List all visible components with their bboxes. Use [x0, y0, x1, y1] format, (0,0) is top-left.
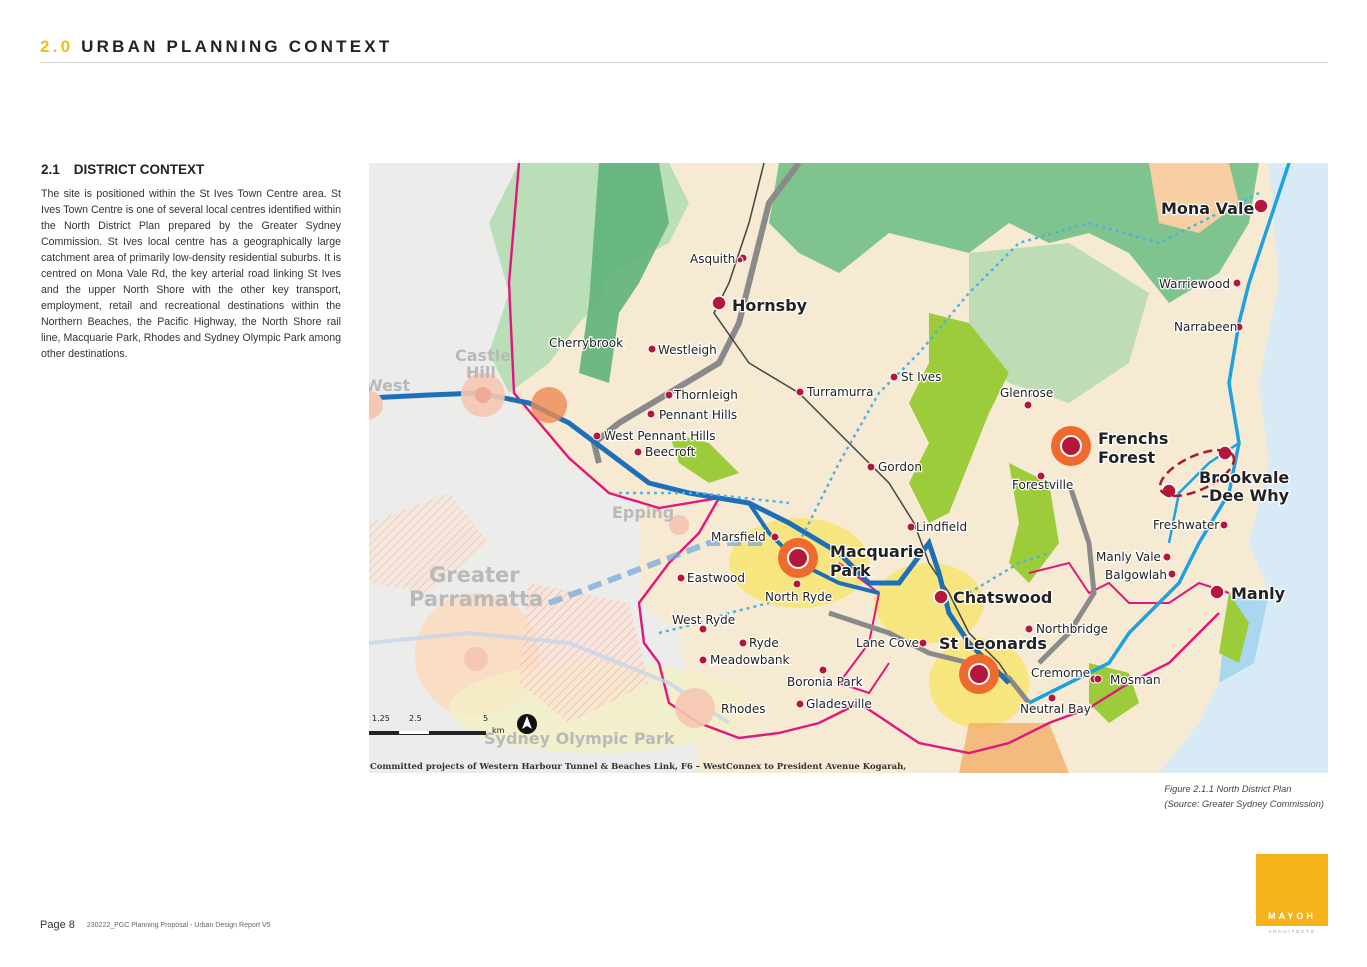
hill-label: Hill — [466, 363, 496, 382]
warriewood-label: Warriewood — [1159, 277, 1230, 291]
manly-label: Manly — [1231, 584, 1286, 603]
manly-vale-label: Manly Vale — [1096, 550, 1161, 564]
greater-label: Greater — [429, 563, 520, 587]
park-label: Park — [830, 561, 871, 580]
cremorne-label: Cremorne — [1031, 666, 1090, 680]
logo-subtext: ARCHITECTS — [1268, 929, 1316, 934]
page-number: Page 8 — [40, 919, 75, 931]
logo-text: MAYOH — [1268, 911, 1316, 921]
ryde-label: Ryde — [749, 636, 779, 650]
map-note: Committed projects of Western Harbour Tu… — [370, 762, 906, 772]
epping-label: Epping — [612, 503, 674, 522]
meadowbank-label: Meadowbank — [710, 653, 789, 667]
page-footer: Page 8 230222_PGC Planning Proposal - Urb… — [40, 919, 271, 931]
subsection-title: DISTRICT CONTEXT — [73, 162, 205, 177]
caption-line-1: Figure 2.1.1 North District Plan — [1164, 784, 1292, 794]
west-ryde-label: West Ryde — [672, 613, 735, 627]
parramatta-label: Parramatta — [409, 587, 543, 611]
narrabeen-label: Narrabeen — [1174, 320, 1237, 334]
page-title: URBAN PLANNING CONTEXT — [81, 37, 393, 56]
neutral-bay-label: Neutral Bay — [1020, 702, 1091, 716]
macquarie-label: Macquarie — [830, 542, 924, 561]
page-header: 2.0 URBAN PLANNING CONTEXT — [40, 37, 392, 57]
gladesville-label: Gladesville — [806, 697, 872, 711]
turramurra-label: Turramurra — [806, 385, 873, 399]
pennant-hills-label: Pennant Hills — [659, 408, 737, 422]
asquith-label: Asquith — [690, 252, 735, 266]
header-divider — [40, 62, 1328, 63]
section-number: 2.0 — [40, 37, 74, 56]
body-text: The site is positioned within the St Ive… — [41, 188, 341, 360]
mona-vale-label: Mona Vale — [1161, 199, 1254, 218]
west-pennant-hills-label: West Pennant Hills — [604, 429, 715, 443]
sydney-olympic-park-label: Sydney Olympic Park — [484, 729, 675, 748]
frenchs-label: Frenchs — [1098, 429, 1168, 448]
company-logo: MAYOH — [1256, 854, 1328, 926]
dee-why-label: –Dee Why — [1201, 486, 1290, 505]
gordon-label: Gordon — [878, 460, 922, 474]
glenrose-label: Glenrose — [1000, 386, 1053, 400]
beecroft-label: Beecroft — [645, 445, 696, 459]
scale-tick-3: 5 — [483, 714, 488, 723]
subsection-number: 2.1 — [41, 162, 60, 177]
forestville-label: Forestville — [1012, 478, 1073, 492]
scale-tick-1: 1.25 — [372, 714, 390, 723]
freshwater-label: Freshwater — [1153, 518, 1219, 532]
scale-tick-2: 2.5 — [409, 714, 422, 723]
figure-caption: Figure 2.1.1 North District Plan (Source… — [1164, 782, 1324, 812]
st-ives-label: St Ives — [901, 370, 941, 384]
scale-unit: km — [492, 726, 505, 735]
eastwood-label: Eastwood — [687, 571, 745, 585]
caption-line-2: (Source: Greater Sydney Commission) — [1164, 799, 1324, 809]
document-name: 230222_PGC Planning Proposal - Urban Des… — [86, 922, 271, 929]
lindfield-label: Lindfield — [916, 520, 967, 534]
forest-label: Forest — [1098, 448, 1156, 467]
hornsby-label: Hornsby — [732, 296, 808, 315]
st-leonards-label: St Leonards — [939, 634, 1047, 653]
thornleigh-label: Thornleigh — [673, 388, 738, 402]
northbridge-label: Northbridge — [1036, 622, 1108, 636]
cherrybrook-label: Cherrybrook — [549, 336, 623, 350]
district-map: Hornsby Macquarie Park Chatswood St Leon… — [369, 163, 1328, 773]
subsection-heading: 2.1 DISTRICT CONTEXT — [41, 162, 204, 177]
westleigh-label: Westleigh — [658, 343, 717, 357]
chatswood-label: Chatswood — [953, 588, 1052, 607]
north-ryde-label: North Ryde — [765, 590, 832, 604]
marsfield-label: Marsfield — [711, 530, 766, 544]
brookvale-label: Brookvale — [1199, 468, 1289, 487]
boronia-park-label: Boronia Park — [787, 675, 863, 689]
north-arrow-icon — [517, 714, 537, 734]
lane-cove-label: Lane Cove — [856, 636, 919, 650]
west-label: West — [369, 376, 410, 395]
balgowlah-label: Balgowlah — [1105, 568, 1167, 582]
mosman-label: Mosman — [1110, 673, 1161, 687]
rhodes-label: Rhodes — [721, 702, 766, 716]
